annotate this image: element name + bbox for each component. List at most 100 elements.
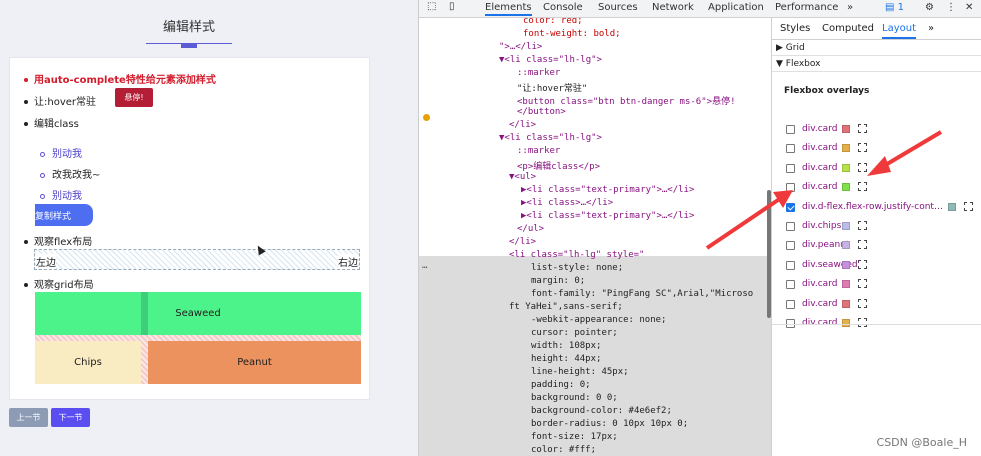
code-line[interactable]: </ul> [517, 224, 544, 234]
flex-row: 左边 右边 [34, 249, 360, 270]
tab-application[interactable]: Application [708, 2, 764, 13]
code-line[interactable]: padding: 0; [531, 380, 591, 390]
tab-layout[interactable]: Layout [882, 23, 916, 39]
highlight-element-icon[interactable] [858, 259, 867, 269]
overlay-label: div.card [802, 279, 838, 290]
code-line[interactable]: width: 108px; [531, 341, 601, 351]
next-section-button[interactable]: 下一节 [51, 408, 90, 427]
flex-left-label: 左边 [36, 254, 56, 269]
prev-section-button[interactable]: 上一节 [9, 408, 48, 427]
code-line[interactable]: color: red; [523, 18, 583, 26]
code-line[interactable]: height: 44px; [531, 354, 601, 364]
annotation-arrows [705, 130, 943, 250]
grid-seaweed: Seaweed [35, 292, 361, 335]
code-line[interactable]: background-color: #4e6ef2; [531, 406, 672, 416]
arrow-lower-icon [705, 190, 793, 250]
overlay-label: div.card [802, 298, 838, 309]
overlay-color-swatch[interactable] [842, 280, 850, 289]
tab-console[interactable]: Console [543, 2, 583, 13]
highlight-element-icon[interactable] [858, 318, 867, 327]
overlay-checkbox[interactable] [786, 280, 795, 290]
code-line[interactable]: ::marker [517, 68, 560, 78]
highlight-element-icon[interactable] [858, 279, 867, 289]
highlight-element-icon[interactable] [964, 201, 973, 211]
code-line[interactable]: ">…</li> [499, 42, 542, 52]
code-line[interactable]: </button> [517, 107, 566, 117]
code-line[interactable]: <button class="btn btn-danger ms-6">悬停! [517, 94, 735, 107]
code-line[interactable]: margin: 0; [531, 276, 585, 286]
code-line[interactable]: <li class="lh-lg" style=" [509, 250, 644, 260]
code-line[interactable]: border-radius: 0 10px 10px 0; [531, 419, 688, 429]
list-item: 观察flex布局 [24, 233, 92, 248]
code-line[interactable]: ▼<ul> [509, 172, 536, 182]
code-line[interactable]: </li> [509, 120, 536, 130]
code-line[interactable]: ▼<li class="lh-lg"> [499, 55, 602, 65]
sub-list-item: 别动我 [40, 187, 82, 202]
grid-layout: Seaweed Chips Peanut [35, 292, 361, 384]
watermark: CSDN @Boale_H [876, 436, 967, 449]
code-line[interactable]: color: #fff; [531, 445, 596, 455]
overlay-checkbox[interactable] [786, 299, 795, 309]
overlay-color-swatch[interactable] [842, 319, 850, 327]
tab-more[interactable]: » [847, 2, 853, 13]
grid-peanut: Peanut [148, 341, 361, 384]
flex-right-label: 右边 [338, 254, 358, 269]
peanut-label: Peanut [237, 357, 272, 368]
tab-styles[interactable]: Styles [780, 23, 810, 34]
title-underline-mark [181, 43, 197, 48]
tab-elements[interactable]: Elements [485, 2, 532, 16]
divider [772, 324, 981, 325]
list-item: 观察grid布局 [24, 276, 94, 291]
seaweed-label: Seaweed [175, 308, 221, 319]
issues-badge[interactable]: ▤ 1 [885, 2, 904, 13]
code-line[interactable]: line-height: 45px; [531, 367, 629, 377]
arrow-upper-icon [867, 130, 943, 176]
code-line[interactable]: ▶<li class>…</li> [521, 198, 613, 208]
overlay-checkbox[interactable] [786, 260, 795, 270]
tab-more-sidebar[interactable]: » [928, 23, 934, 34]
issues-count: 1 [897, 2, 905, 13]
code-line[interactable]: </li> [509, 237, 536, 247]
tab-performance[interactable]: Performance [775, 2, 838, 13]
code-line[interactable]: list-style: none; [531, 263, 623, 273]
code-line[interactable]: ::marker [517, 146, 560, 156]
overlay-color-swatch[interactable] [842, 299, 850, 308]
close-icon[interactable]: ✕ [965, 2, 973, 13]
overlay-color-swatch[interactable] [842, 260, 850, 269]
overlay-label: div.card [802, 318, 838, 328]
device-toggle-icon[interactable]: ▯ [449, 1, 455, 12]
section-grid[interactable]: ▶ Grid [772, 40, 981, 56]
code-line[interactable]: ▶<li class="text-primary">…</li> [521, 185, 694, 195]
highlight-element-icon[interactable] [858, 298, 867, 308]
code-line[interactable]: cursor: pointer; [531, 328, 618, 338]
warning-dot-icon [423, 114, 430, 121]
overlays-title: Flexbox overlays [784, 86, 870, 96]
copy-style-button[interactable]: 复制样式 [35, 204, 93, 226]
section-flexbox-label: Flexbox [785, 59, 821, 69]
gear-icon[interactable]: ⚙ [925, 2, 934, 13]
code-line[interactable]: -webkit-appearance: none; [531, 315, 666, 325]
selected-node-ellipsis: … [422, 261, 428, 271]
inspect-icon[interactable]: ⬚ [427, 1, 436, 12]
hover-button[interactable]: 悬停! [115, 88, 153, 107]
code-line[interactable]: font-weight: bold; [523, 29, 621, 39]
sub-list-item: 改我改我~ [40, 166, 100, 181]
code-line[interactable]: background: 0 0; [531, 393, 618, 403]
code-line[interactable]: font-size: 17px; [531, 432, 618, 442]
grid-chips: Chips [35, 341, 141, 384]
kebab-menu-icon[interactable]: ⋮ [946, 2, 956, 13]
chips-label: Chips [74, 357, 102, 368]
code-line[interactable]: font-family: "PingFang SC",Arial,"Micros… [531, 289, 753, 299]
code-line[interactable]: ▶<li class="text-primary">…</li> [521, 211, 694, 221]
code-line[interactable]: "让:hover常驻" [517, 81, 587, 94]
section-flexbox[interactable]: ▼ Flexbox [772, 56, 981, 72]
grid-gap-marker [141, 292, 148, 335]
list-item: 让:hover常驻 [24, 93, 96, 108]
code-line[interactable]: <p>编辑class</p> [517, 159, 600, 172]
tab-network[interactable]: Network [652, 2, 694, 13]
tab-computed[interactable]: Computed [822, 23, 874, 34]
page-preview: 编辑样式 用auto-complete特性给元素添加样式 让:hover常驻 悬… [0, 0, 418, 456]
code-line[interactable]: ft YaHei",sans-serif; [509, 302, 623, 312]
code-line[interactable]: ▼<li class="lh-lg"> [499, 133, 602, 143]
tab-sources[interactable]: Sources [598, 2, 638, 13]
